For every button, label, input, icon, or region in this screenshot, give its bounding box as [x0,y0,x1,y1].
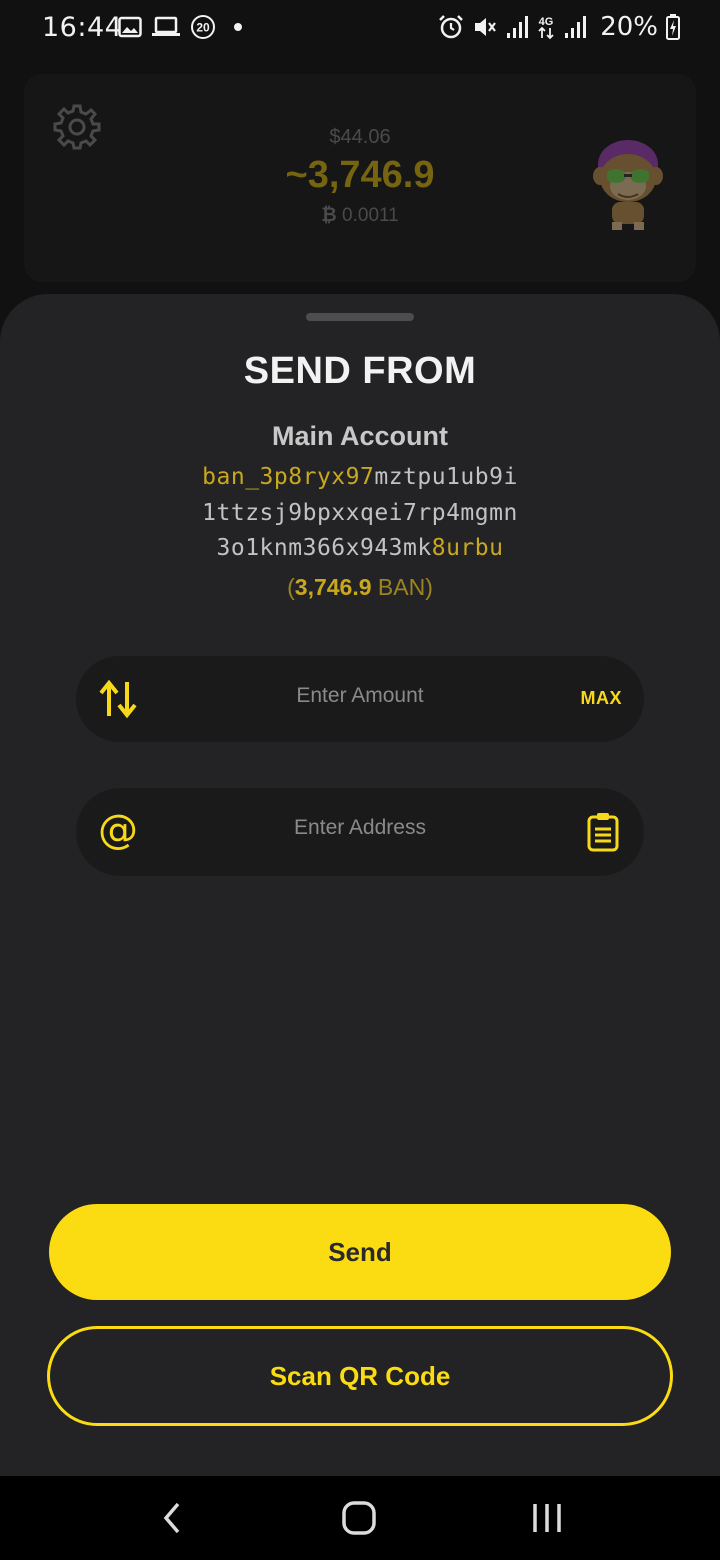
system-nav-bar [0,1476,720,1560]
recents-icon[interactable] [522,1498,572,1538]
network-label: 4G [539,16,554,28]
address-line-1: ban_3p8ryx97mztpu1ub9i [0,460,720,496]
monkey-avatar[interactable] [582,132,674,232]
badge-count: 20 [196,21,210,35]
swap-arrows-icon[interactable] [98,678,138,720]
account-name: Main Account [271,421,448,451]
address-line-1-rest: mztpu1ub9i [374,464,518,490]
address-field: @ [76,780,644,876]
address-line-3-rest: 3o1knm366x943mk [216,535,432,561]
send-button[interactable]: Send [49,1204,671,1300]
amount-input[interactable] [156,650,564,742]
max-button[interactable]: MAX [581,688,623,709]
dot-icon [234,23,242,31]
scan-qr-button[interactable]: Scan QR Code [47,1326,673,1426]
at-icon: @ [98,807,138,853]
signal-icon [565,16,587,38]
battery-charging-icon [666,14,680,40]
address-line-3: 3o1knm366x943mk8urbu [0,531,720,567]
laptop-icon [152,16,180,36]
btc-balance: 0.0011 [342,205,399,226]
status-notification-icons: 20 [118,14,244,40]
btc-symbol: ₿ [321,205,337,226]
address-suffix: 8urbu [431,535,504,561]
battery-percent: 20% [600,12,658,42]
balance-unit: BAN [371,574,426,600]
amount-field: MAX [76,650,644,742]
status-time: 16:44 [42,12,123,43]
address-prefix: ban_3p8ryx97 [202,464,375,490]
mute-icon [475,18,497,36]
address-input[interactable] [156,780,564,876]
balance-paren-open: ( [287,574,295,600]
address-line-2: 1ttzsj9bpxxqei7rp4mgmn [202,499,518,526]
account-address[interactable]: ban_3p8ryx97mztpu1ub9i 1ttzsj9bpxxqei7rp… [0,460,720,567]
signal-icon [507,16,529,38]
clipboard-icon[interactable] [586,812,620,852]
sheet-drag-handle[interactable] [306,313,414,321]
back-icon[interactable] [148,1498,198,1538]
home-icon[interactable] [334,1498,384,1538]
account-balance: (3,746.9 BAN) [0,574,720,601]
image-icon [118,16,142,38]
sheet-title: SEND FROM [243,350,477,392]
status-bar: 16:44 20 4G 20% [0,0,720,56]
badge-20-icon: 20 [191,15,215,39]
alarm-icon [439,15,464,39]
balance-amount: 3,746.9 [294,574,372,600]
status-system-icons: 4G 20% [438,12,680,42]
balance-paren-close: ) [425,574,433,600]
network-4g-icon: 4G [538,16,554,40]
